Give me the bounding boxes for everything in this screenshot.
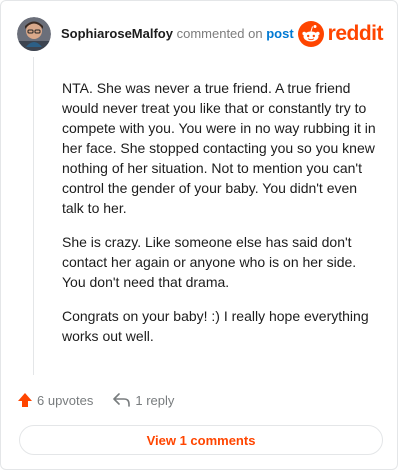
upvote-arrow-icon [18, 393, 32, 407]
comment-header: SophiaroseMalfoy commented on post reddi… [17, 17, 384, 51]
comment-paragraph: Congrats on your baby! :) I really hope … [62, 308, 369, 344]
view-comments-button[interactable]: View 1 comments [19, 425, 383, 455]
thread-line[interactable] [33, 57, 34, 375]
action-text: commented on [176, 26, 263, 41]
comment-card: SophiaroseMalfoy commented on post reddi… [0, 0, 398, 470]
username-link[interactable]: SophiaroseMalfoy [61, 26, 173, 41]
brand-wordmark: reddit [327, 22, 384, 45]
comment-meta: SophiaroseMalfoy commented on post [61, 26, 298, 42]
reply-arrow-icon [113, 393, 131, 407]
comment-paragraph: She is crazy. Like someone else has said… [62, 234, 357, 290]
avatar-image [17, 17, 51, 51]
comment-footer: 6 upvotes 1 reply [17, 389, 174, 411]
post-link[interactable]: post [266, 26, 293, 41]
avatar[interactable] [17, 17, 51, 51]
reddit-logo[interactable]: reddit [297, 21, 384, 47]
reply-count: 1 reply [135, 392, 175, 408]
comment-paragraph: NTA. She was never a true friend. A true… [62, 80, 376, 216]
comment-body: NTA. She was never a true friend. A true… [62, 78, 380, 360]
upvote-count: 6 upvotes [37, 392, 94, 408]
reply-button[interactable]: 1 reply [113, 393, 174, 408]
reddit-alien-icon [297, 21, 324, 47]
upvote-button[interactable]: 6 upvotes [17, 392, 93, 408]
